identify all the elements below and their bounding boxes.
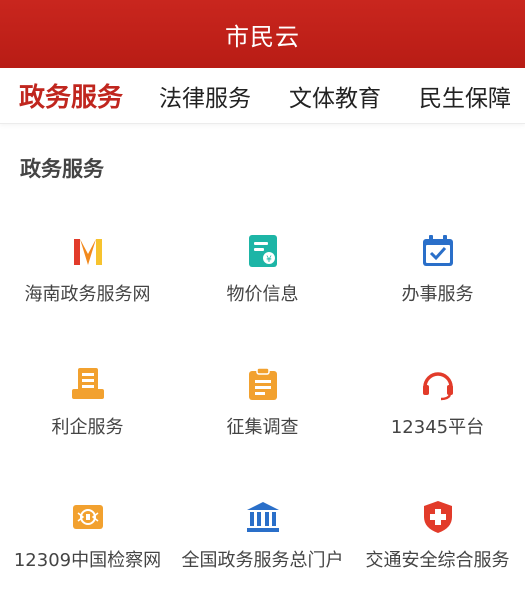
service-item-label: 12309中国检察网: [13, 550, 162, 571]
service-item-12309[interactable]: 12309中国检察网: [0, 462, 175, 592]
headset-icon: [421, 367, 455, 401]
category-tabs: 政务服务 法律服务 文体教育 民生保障: [0, 68, 525, 124]
service-item-enterprise[interactable]: 利企服务: [0, 329, 175, 459]
calendar-check-icon: [421, 234, 455, 268]
service-item-price-info[interactable]: ¥ 物价信息: [175, 196, 350, 326]
section-title: 政务服务: [20, 157, 104, 181]
tab-culture-education[interactable]: 文体教育: [289, 79, 381, 113]
service-item-label: 交通安全综合服务: [365, 550, 510, 571]
service-item-label: 征集调查: [226, 417, 299, 438]
enterprise-service-icon: [71, 367, 105, 401]
price-document-icon: ¥: [246, 234, 280, 268]
service-item-survey[interactable]: 征集调查: [175, 329, 350, 459]
app-header: 市民云: [0, 0, 525, 68]
svg-text:¥: ¥: [266, 255, 272, 265]
service-item-label: 全国政务服务总门户: [181, 550, 344, 571]
tab-legal-services[interactable]: 法律服务: [159, 79, 251, 113]
service-item-12345[interactable]: 12345平台: [350, 329, 525, 459]
shield-plus-icon: [421, 500, 455, 534]
service-item-hainan-gov[interactable]: 海南政务服务网: [0, 196, 175, 326]
service-item-national-portal[interactable]: 全国政务服务总门户: [175, 462, 350, 592]
government-building-icon: [246, 500, 280, 534]
service-item-label: 物价信息: [226, 284, 299, 305]
tab-livelihood[interactable]: 民生保障: [419, 79, 511, 113]
service-item-traffic-safety[interactable]: 交通安全综合服务: [350, 462, 525, 592]
service-item-label: 利企服务: [51, 417, 124, 438]
service-item-label: 12345平台: [390, 417, 485, 438]
service-item-label: 办事服务: [401, 284, 474, 305]
page-title: 市民云: [225, 22, 300, 51]
procuratorate-badge-icon: [71, 500, 105, 534]
service-item-affairs[interactable]: 办事服务: [350, 196, 525, 326]
clipboard-icon: [246, 367, 280, 401]
hainan-logo-icon: [71, 234, 105, 268]
service-item-label: 海南政务服务网: [24, 284, 151, 305]
tab-government-services[interactable]: 政务服务: [19, 77, 123, 114]
